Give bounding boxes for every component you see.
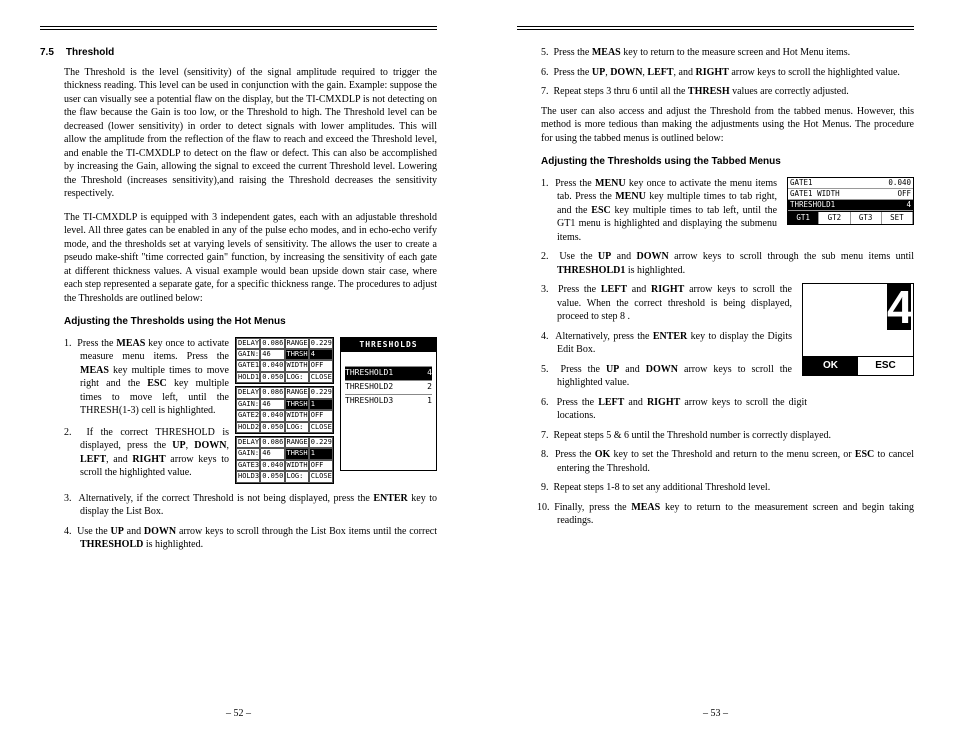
lcd-2: DELAY:0.086RANGE:0.229 GAIN:46THRSH2:1 G…: [235, 386, 334, 434]
header-rules: [40, 26, 437, 30]
thresholds-title: THRESHOLDS: [341, 338, 436, 353]
page-spread: 7.5 Threshold The Threshold is the level …: [0, 0, 954, 738]
tabbed-heading: Adjusting the Thresholds using the Tabbe…: [541, 155, 914, 169]
hotmenu-heading: Adjusting the Thresholds using the Hot M…: [64, 315, 437, 329]
tabbed-note: The user can also access and adjust the …: [541, 105, 914, 146]
tabbed-step-1: 1. Press the MENU key once to activate t…: [541, 177, 807, 245]
tabbed-step-2: 2. Use the UP and DOWN arrow keys to scr…: [541, 250, 914, 277]
tabbed-step-9: 9. Repeat steps 1-8 to set any additiona…: [541, 481, 914, 495]
tabbed-step-7: 7. Repeat steps 5 & 6 until the Threshol…: [541, 429, 914, 443]
digit-value: 4: [887, 284, 911, 330]
hotmenu-step-6: 6. Press the UP, DOWN, LEFT, and RIGHT a…: [541, 66, 914, 80]
page-52: 7.5 Threshold The Threshold is the level …: [0, 0, 477, 738]
hotmenu-step-5: 5. Press the MEAS key to return to the m…: [541, 46, 914, 60]
lcd-3: DELAY:0.086RANGE:0.229 GAIN:46THRSH3:1 G…: [235, 436, 334, 484]
digit-edit-figure: 4 OKESC: [802, 283, 914, 376]
tabbed-step-4: 4. Alternatively, press the ENTER key to…: [541, 330, 807, 357]
section-name: Threshold: [66, 47, 114, 58]
threshold-para-2: The TI-CMXDLP is equipped with 3 indepen…: [40, 211, 437, 306]
tabbed-step-5: 5. Press the UP and DOWN arrow keys to s…: [541, 363, 807, 390]
thresholds-listbox: THRESHOLDS THRESHOLD14 THRESHOLD22 THRES…: [340, 337, 437, 472]
tabbed-step-3: 3. Press the LEFT and RIGHT arrow keys t…: [541, 283, 807, 324]
threshold-para-1: The Threshold is the level (sensitivity)…: [40, 66, 437, 201]
tabbed-step-6: 6. Press the LEFT and RIGHT arrow keys t…: [541, 396, 807, 423]
section-number: 7.5: [40, 47, 54, 58]
gate-tab-figure: GATE10.040 GATE1 WIDTHOFF THRESHOLD14 GT…: [787, 177, 914, 226]
tabbed-steps: GATE10.040 GATE1 WIDTHOFF THRESHOLD14 GT…: [517, 177, 914, 528]
hotmenu-step-4: 4. Use the UP and DOWN arrow keys to scr…: [40, 525, 437, 552]
ok-label: OK: [803, 357, 858, 375]
hotmenu-step-3: 3. Alternatively, if the correct Thresho…: [40, 492, 437, 519]
hotmenu-step-7: 7. Repeat steps 3 thru 6 until all the T…: [541, 85, 914, 99]
header-rules: [517, 26, 914, 30]
page-number-52: – 52 –: [0, 707, 477, 721]
page-53: 5. Press the MEAS key to return to the m…: [477, 0, 954, 738]
lcd-1: DELAY:0.086RANGE:0.229 GAIN:46THRSH1:4 G…: [235, 337, 334, 385]
tabbed-step-8: 8. Press the OK key to set the Threshold…: [541, 448, 914, 475]
tabbed-step-10: 10. Finally, press the MEAS key to retur…: [541, 501, 914, 528]
hotmenu-steps-with-figures: THRESHOLDS THRESHOLD14 THRESHOLD22 THRES…: [40, 337, 437, 492]
section-title: 7.5 Threshold: [40, 46, 437, 60]
page-number-53: – 53 –: [477, 707, 954, 721]
lcd-readouts: DELAY:0.086RANGE:0.229 GAIN:46THRSH1:4 G…: [235, 337, 334, 486]
esc-label: ESC: [858, 357, 913, 375]
